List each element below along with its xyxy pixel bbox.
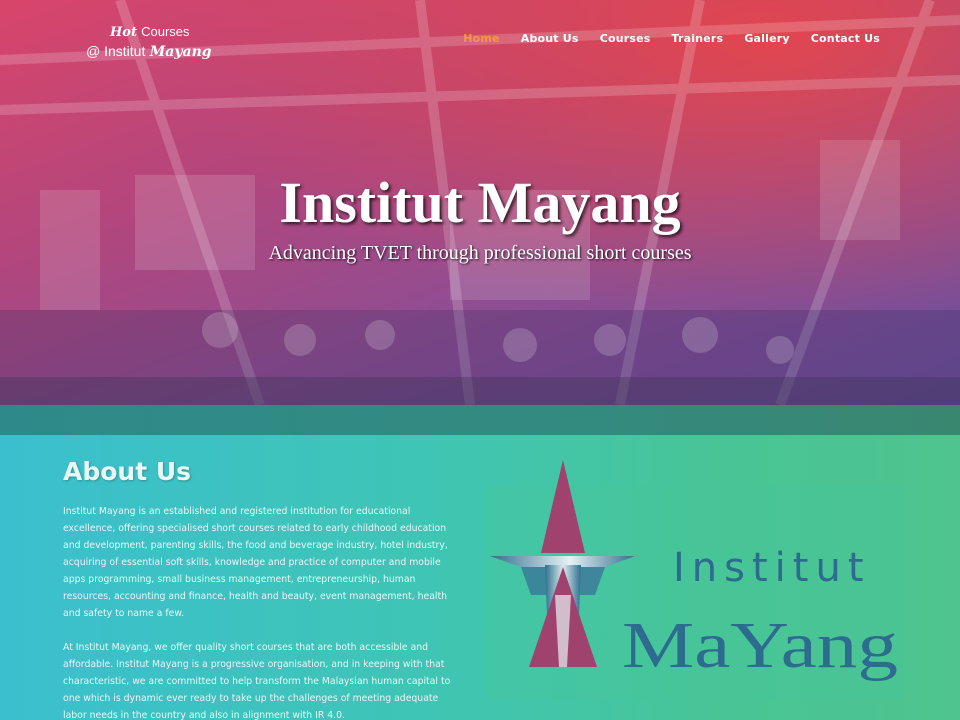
logo-hot: Hot <box>110 25 137 40</box>
logo-mayang: Mayang <box>149 44 212 60</box>
nav-courses[interactable]: Courses <box>600 32 651 45</box>
about-paragraph-1: Institut Mayang is an established and re… <box>63 506 448 619</box>
nav-contact-us[interactable]: Contact Us <box>811 32 880 45</box>
about-text: Institut Mayang is an established and re… <box>63 503 455 720</box>
logo-word-institut: Institut <box>673 545 871 591</box>
page: Hot Courses @ Institut Mayang Home About… <box>0 0 960 720</box>
hero-title: Institut Mayang <box>279 170 681 235</box>
main-nav: Home About Us Courses Trainers Gallery C… <box>463 32 880 45</box>
about-title: About Us <box>63 457 192 486</box>
logo-line-1: Hot Courses <box>86 22 236 42</box>
logo-courses: Courses <box>141 24 190 39</box>
nav-gallery[interactable]: Gallery <box>744 32 789 45</box>
about-section: About Us Institut Mayang is an establish… <box>0 435 960 720</box>
logo-line-2: @ Institut Mayang <box>86 42 236 62</box>
about-paragraph-2: At Institut Mayang, we offer quality sho… <box>63 642 451 720</box>
site-logo[interactable]: Hot Courses @ Institut Mayang <box>86 22 236 62</box>
nav-about-us[interactable]: About Us <box>521 32 579 45</box>
institut-mayang-logo: Institut MaYang <box>485 460 905 700</box>
logo-at-institut: @ Institut <box>86 43 146 59</box>
section-divider <box>0 405 960 435</box>
hero-bottom-stripe <box>0 377 960 405</box>
hero-banner: Hot Courses @ Institut Mayang Home About… <box>0 0 960 405</box>
nav-home[interactable]: Home <box>463 32 500 45</box>
hero-subtitle: Advancing TVET through professional shor… <box>268 242 692 264</box>
logo-word-mayang: MaYang <box>622 609 898 682</box>
nav-trainers[interactable]: Trainers <box>672 32 724 45</box>
